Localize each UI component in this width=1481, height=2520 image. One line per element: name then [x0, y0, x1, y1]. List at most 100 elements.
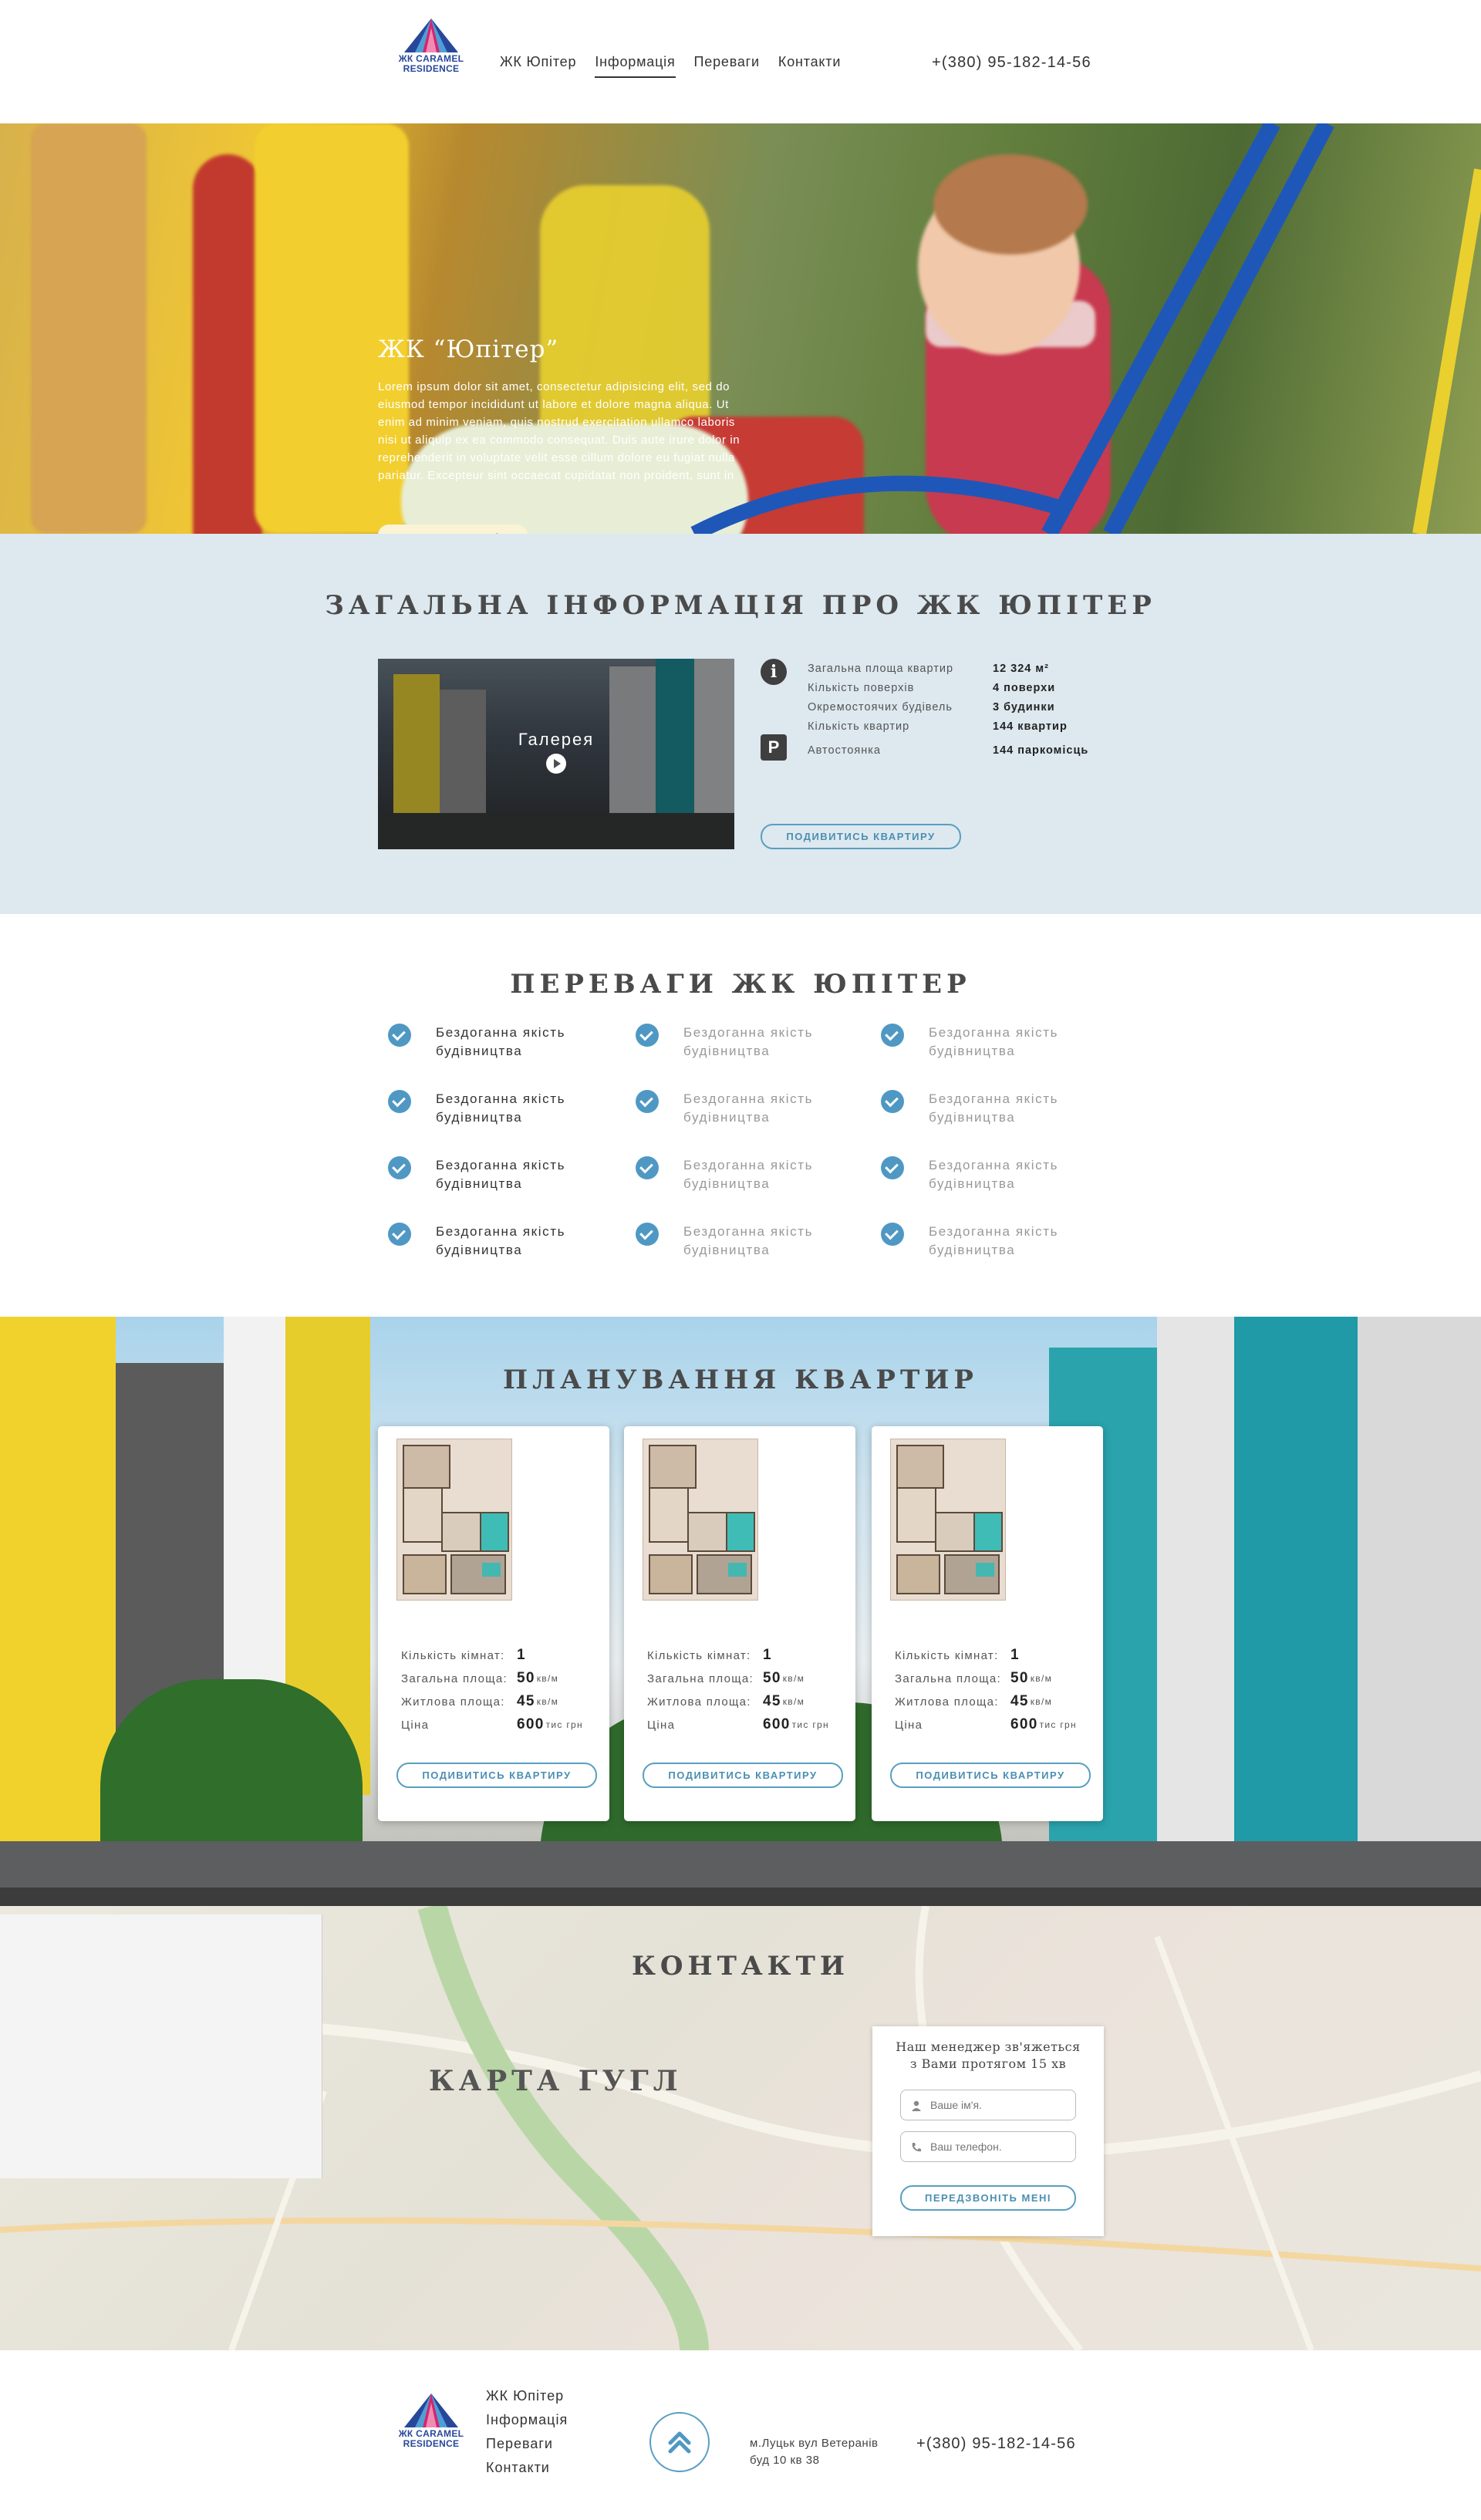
- building-right: [1234, 1317, 1358, 1841]
- plans-title: ПЛАНУВАННЯ КВАРТИР: [503, 1365, 978, 1395]
- user-icon: [912, 2100, 921, 2111]
- advantage-text: Бездоганна якість будівництва: [683, 1091, 814, 1125]
- view-apartment-button[interactable]: ПОДИВИТИСЬ КВАРТИРУ: [890, 1763, 1091, 1788]
- plan-label: Загальна площа:: [647, 1672, 754, 1685]
- plan-row: Загальна площа: 50 кв/м: [895, 1667, 1088, 1690]
- advantage-item: Бездоганна якість будівництва: [636, 1090, 859, 1127]
- stat-value: 12 324 м²: [993, 662, 1049, 675]
- check-icon: [636, 1090, 659, 1113]
- header-phone[interactable]: +(380) 95-182-14-56: [932, 54, 1091, 72]
- name-field[interactable]: [900, 2090, 1076, 2120]
- view-apartment-button[interactable]: ПОДИВИТИСЬ КВАРТИРУ: [761, 824, 961, 849]
- stat-row: Кількість квартир 144 квартир: [808, 717, 1088, 736]
- plan-unit: кв/м: [536, 1696, 559, 1707]
- hero-cta-wrapper: хочу консультацію: [378, 525, 528, 534]
- map-title: КАРТА ГУГЛ: [429, 2065, 683, 2097]
- nav-item-advantages[interactable]: Переваги: [694, 54, 760, 78]
- form-title-line2: з Вами протягом 15 хв: [909, 2056, 1067, 2071]
- callback-button[interactable]: ПЕРЕДЗВОНІТЬ МЕНІ: [900, 2185, 1076, 2211]
- stat-row-parking: Автостоянка 144 паркомісць: [808, 740, 1088, 760]
- footer-phone[interactable]: +(380) 95-182-14-56: [916, 2435, 1076, 2453]
- plan-row: Кількість кімнат: 1: [401, 1644, 594, 1667]
- callback-form: Наш менеджер зв'яжеться з Вами протягом …: [872, 2026, 1104, 2236]
- plan-row: Ціна 600 тис грн: [401, 1713, 594, 1736]
- stat-value: 144 квартир: [993, 720, 1068, 733]
- stat-row: Окремостоячих будівель 3 будинки: [808, 697, 1088, 717]
- check-icon: [388, 1090, 411, 1113]
- floor-plan-icon: [649, 1445, 755, 1594]
- advantage-text: Бездоганна якість будівництва: [683, 1224, 814, 1257]
- view-apartment-button[interactable]: ПОДИВИТИСЬ КВАРТИРУ: [396, 1763, 597, 1788]
- plan-label: Ціна: [647, 1718, 676, 1732]
- advantage-text: Бездоганна якість будівництва: [436, 1091, 566, 1125]
- phone-icon: [912, 2143, 921, 2152]
- plan-card: Кількість кімнат: 1 Загальна площа: 50 кв/м Ж…: [378, 1426, 609, 1821]
- footer-logo[interactable]: ЖК CARAMEL RESIDENCE: [396, 2392, 467, 2449]
- consultation-button[interactable]: хочу консультацію: [378, 525, 528, 534]
- plan-label: Житлова площа:: [647, 1695, 751, 1709]
- main-nav: ЖК Юпітер Інформація Переваги Контакти: [500, 54, 841, 78]
- floor-plan-image[interactable]: [643, 1439, 758, 1601]
- footer-nav-info[interactable]: Інформація: [486, 2408, 568, 2432]
- check-icon: [388, 1024, 411, 1047]
- nav-item-contacts[interactable]: Контакти: [778, 54, 841, 78]
- advantage-item: Бездоганна якість будівництва: [881, 1024, 1105, 1061]
- plan-value: 45: [1010, 1693, 1029, 1709]
- play-icon[interactable]: [546, 754, 566, 774]
- form-title-line1: Наш менеджер зв'яжеться: [896, 2039, 1081, 2054]
- plan-row: Ціна 600 тис грн: [895, 1713, 1088, 1736]
- view-apartment-button[interactable]: ПОДИВИТИСЬ КВАРТИРУ: [643, 1763, 843, 1788]
- gallery-preview[interactable]: Галерея: [378, 659, 734, 849]
- plan-card: Кількість кімнат: 1 Загальна площа: 50 кв/м Ж…: [624, 1426, 855, 1821]
- advantage-text: Бездоганна якість будівництва: [683, 1158, 814, 1191]
- plan-row: Кількість кімнат: 1: [895, 1644, 1088, 1667]
- plan-unit: кв/м: [1030, 1673, 1053, 1684]
- site-footer: ЖК CARAMEL RESIDENCE ЖК Юпітер Інформаці…: [0, 2350, 1481, 2520]
- advantage-text: Бездоганна якість будівництва: [436, 1224, 566, 1257]
- info-title: ЗАГАЛЬНА ІНФОРМАЦІЯ ПРО ЖК ЮПІТЕР: [325, 590, 1156, 621]
- stat-label: Кількість квартир: [808, 720, 910, 733]
- map-toolbar: [0, 1887, 1481, 1906]
- advantage-item: Бездоганна якість будівництва: [881, 1090, 1105, 1127]
- logo-line2: RESIDENCE: [403, 63, 460, 74]
- scroll-top-button[interactable]: [649, 2412, 710, 2472]
- plan-label: Загальна площа:: [401, 1672, 508, 1685]
- footer-nav-advantages[interactable]: Переваги: [486, 2432, 568, 2456]
- plan-label: Житлова площа:: [895, 1695, 999, 1709]
- advantage-text: Бездоганна якість будівництва: [436, 1158, 566, 1191]
- footer-nav-contacts[interactable]: Контакти: [486, 2456, 568, 2480]
- building-left: [0, 1317, 116, 1841]
- plan-value: 50: [517, 1670, 535, 1686]
- check-icon: [388, 1156, 411, 1179]
- advantage-text: Бездоганна якість будівництва: [683, 1025, 814, 1058]
- footer-nav-jupiter[interactable]: ЖК Юпітер: [486, 2384, 568, 2408]
- plan-value: 600: [517, 1716, 545, 1732]
- advantage-item: Бездоганна якість будівництва: [636, 1156, 859, 1193]
- check-icon: [636, 1156, 659, 1179]
- advantage-item: Бездоганна якість будівництва: [388, 1090, 612, 1127]
- phone-field[interactable]: [900, 2131, 1076, 2162]
- floor-plan-icon: [896, 1445, 1003, 1594]
- stat-label: Загальна площа квартир: [808, 662, 954, 675]
- stat-row: Загальна площа квартир 12 324 м²: [808, 659, 1088, 678]
- advantage-text: Бездоганна якість будівництва: [929, 1025, 1059, 1058]
- advantage-item: Бездоганна якість будівництва: [388, 1223, 612, 1260]
- plan-value: 50: [763, 1670, 781, 1686]
- nav-item-info[interactable]: Інформація: [595, 54, 676, 78]
- logo[interactable]: ЖК CARAMEL RESIDENCE: [396, 17, 467, 74]
- plan-value: 1: [763, 1647, 772, 1663]
- nav-item-jupiter[interactable]: ЖК Юпітер: [500, 54, 576, 78]
- contacts-title: КОНТАКТИ: [631, 1951, 849, 1982]
- logo-icon: [404, 2393, 458, 2427]
- floor-plan-image[interactable]: [396, 1439, 512, 1601]
- plan-value: 600: [1010, 1716, 1038, 1732]
- footer-nav: ЖК Юпітер Інформація Переваги Контакти: [486, 2384, 568, 2480]
- plan-unit: кв/м: [782, 1696, 805, 1707]
- plans-section: ПЛАНУВАННЯ КВАРТИР Кількість кімнат: 1 Заг…: [0, 1317, 1481, 1887]
- floor-plan-image[interactable]: [890, 1439, 1006, 1601]
- plan-row: Житлова площа: 45 кв/м: [895, 1690, 1088, 1713]
- plan-label: Кількість кімнат:: [647, 1648, 751, 1662]
- advantage-text: Бездоганна якість будівництва: [929, 1158, 1059, 1191]
- plan-value: 45: [763, 1693, 781, 1709]
- plan-unit: кв/м: [1030, 1696, 1053, 1707]
